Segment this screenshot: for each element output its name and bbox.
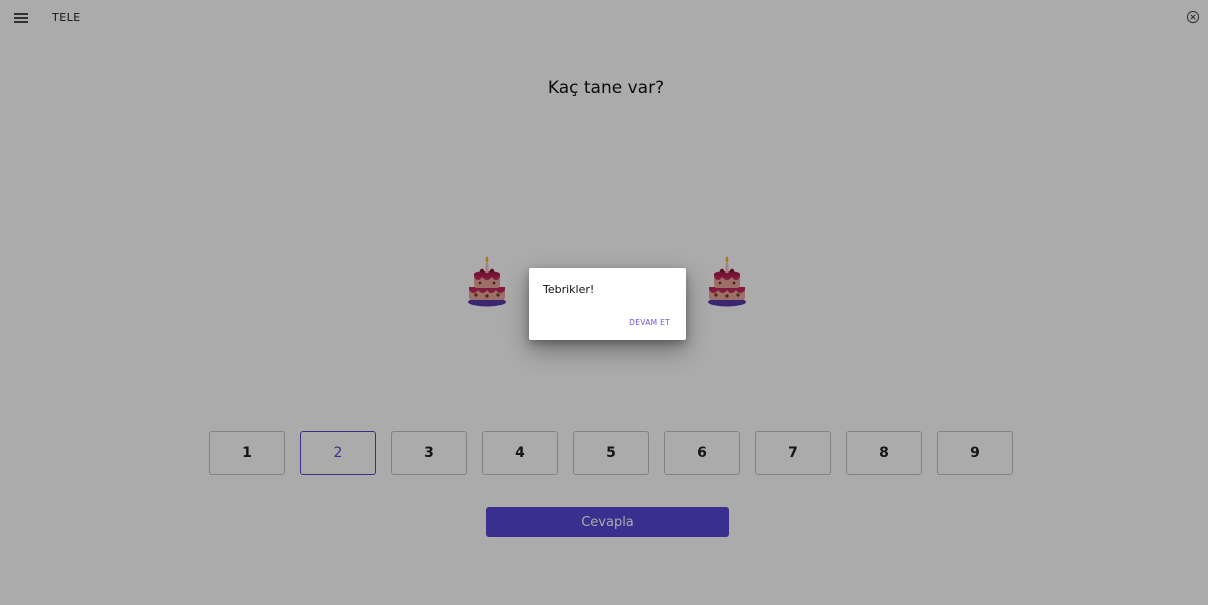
success-dialog: Tebrikler! DEVAM ET	[529, 268, 686, 340]
continue-button[interactable]: DEVAM ET	[629, 318, 670, 327]
dialog-title: Tebrikler!	[543, 283, 595, 296]
